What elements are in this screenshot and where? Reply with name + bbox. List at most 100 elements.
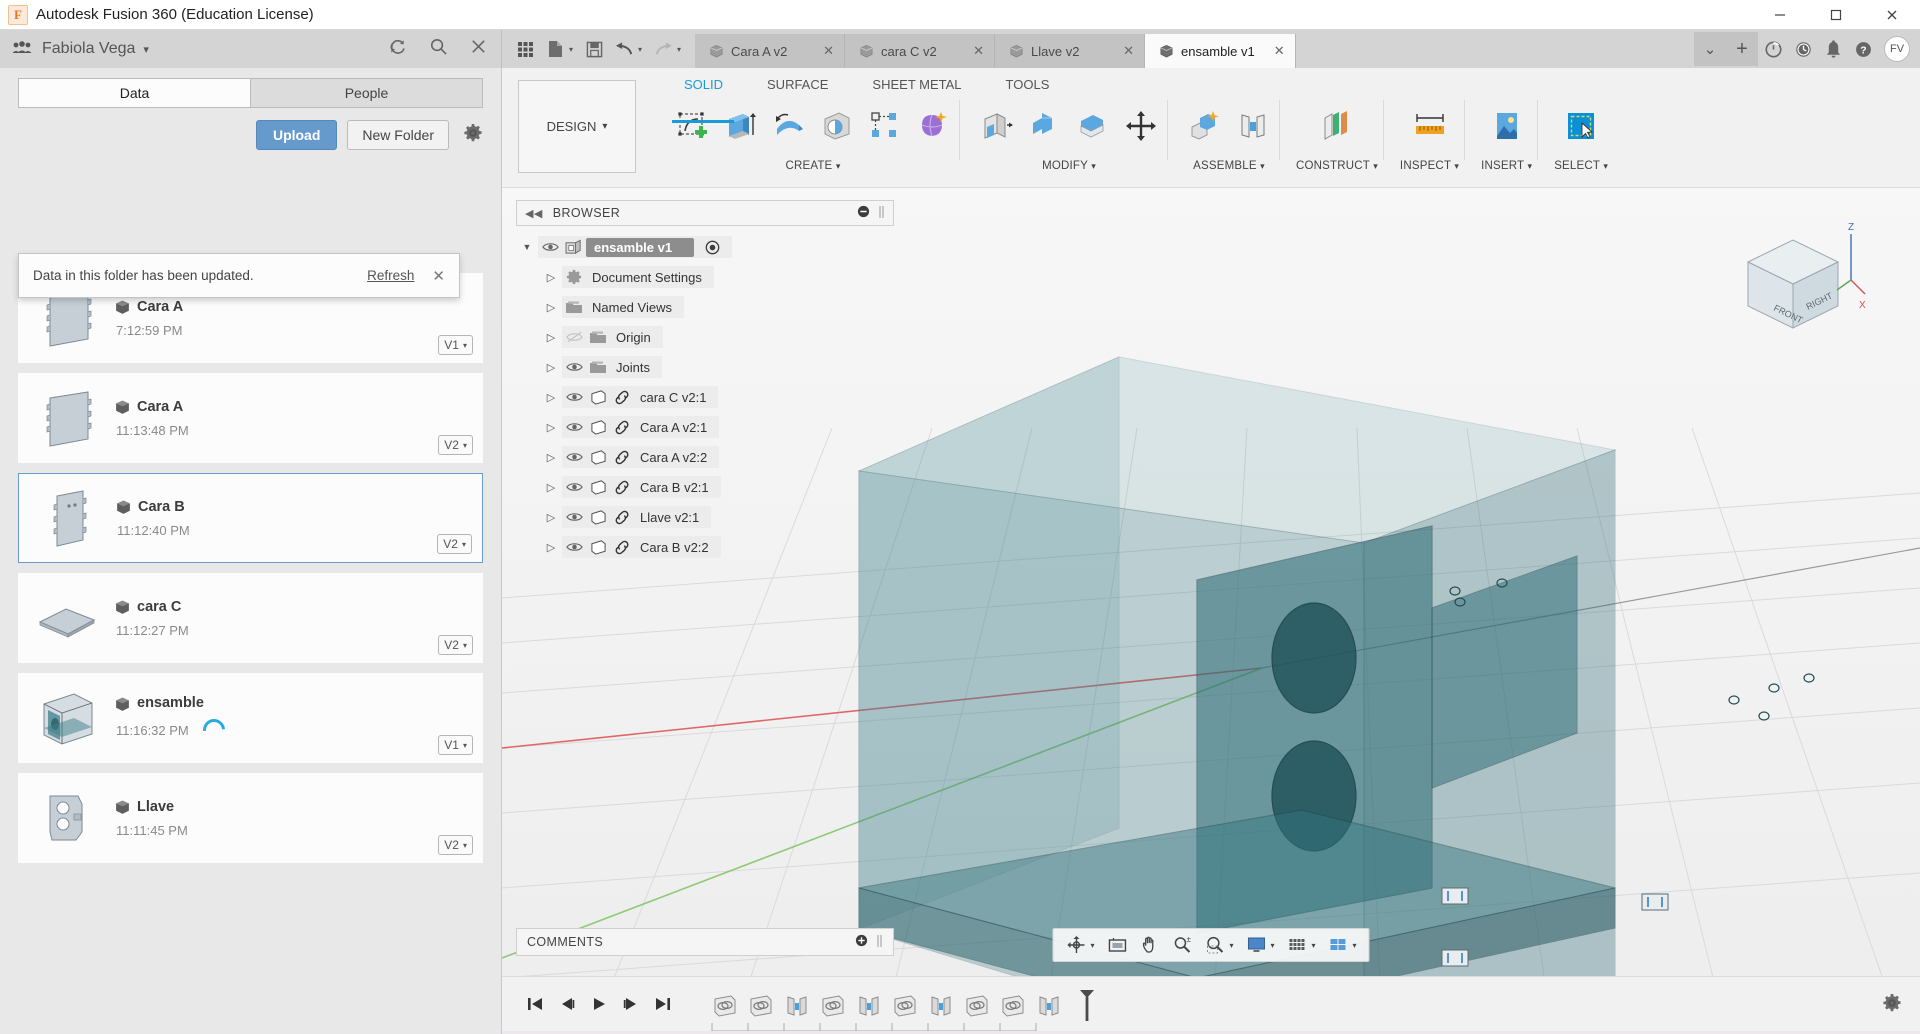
- chevron-down-icon[interactable]: ▾: [1229, 941, 1233, 950]
- version-dropdown[interactable]: V1 ▾: [438, 735, 473, 755]
- look-at-icon[interactable]: [1102, 931, 1132, 959]
- joint-feature-icon[interactable]: [818, 991, 848, 1021]
- expand-arrow-icon[interactable]: ▷: [540, 331, 562, 344]
- chevron-down-icon[interactable]: ▾: [1603, 161, 1608, 171]
- close-icon[interactable]: ✕: [1262, 43, 1285, 59]
- display-settings-icon[interactable]: ▾: [1241, 931, 1278, 959]
- grip-icon[interactable]: [878, 205, 885, 222]
- chevron-down-icon[interactable]: ▾: [1454, 161, 1459, 171]
- step-back-icon[interactable]: [558, 996, 576, 1016]
- browser-panel[interactable]: ◀◀ BROWSER ▼: [516, 200, 894, 562]
- close-button[interactable]: [1864, 0, 1920, 30]
- file-menu-caret-icon[interactable]: ▾: [569, 45, 573, 54]
- tree-node-cara-c-1[interactable]: ▷ cara C v2:1: [516, 382, 894, 412]
- eye-icon[interactable]: [562, 361, 586, 373]
- workspace-switcher-button[interactable]: DESIGN ▾: [518, 80, 636, 173]
- grid-snap-icon[interactable]: ▾: [1283, 931, 1320, 959]
- measure-icon[interactable]: [1409, 104, 1451, 148]
- version-dropdown[interactable]: V2 ▾: [438, 835, 473, 855]
- tab-people[interactable]: People: [250, 78, 483, 108]
- viewports-icon[interactable]: ▾: [1324, 931, 1361, 959]
- redo-icon[interactable]: [650, 36, 676, 62]
- extrude-icon[interactable]: [720, 104, 762, 148]
- panel-close-icon[interactable]: [470, 38, 487, 60]
- insert-image-icon[interactable]: [1486, 104, 1528, 148]
- eye-icon[interactable]: [562, 451, 586, 463]
- browser-tree[interactable]: ▼ ensamble v1: [516, 226, 894, 562]
- undo-icon[interactable]: [611, 36, 637, 62]
- play-icon[interactable]: [590, 996, 608, 1016]
- collapse-left-icon[interactable]: ◀◀: [525, 207, 543, 220]
- user-name[interactable]: Fabiola Vega: [42, 40, 135, 58]
- list-item[interactable]: cara C 11:12:27 PM V2 ▾: [18, 573, 483, 663]
- chevron-down-icon[interactable]: ▾: [1527, 161, 1532, 171]
- expand-arrow-icon[interactable]: ▷: [540, 451, 562, 464]
- redo-caret-icon[interactable]: ▾: [677, 45, 681, 54]
- joint-icon[interactable]: [1232, 104, 1274, 148]
- timeline-marker-icon[interactable]: [1072, 991, 1102, 1021]
- rigid-group-icon[interactable]: [1034, 991, 1064, 1021]
- file-list[interactable]: Cara A 7:12:59 PM V1 ▾: [0, 258, 501, 1034]
- timeline[interactable]: [502, 976, 1920, 1034]
- document-tab-llave[interactable]: Llave v2 ✕: [995, 34, 1145, 68]
- new-tab-button[interactable]: +: [1726, 32, 1758, 66]
- expand-arrow-icon[interactable]: ▷: [540, 391, 562, 404]
- eye-icon[interactable]: [562, 421, 586, 433]
- skip-start-icon[interactable]: [526, 996, 544, 1016]
- offset-plane-icon[interactable]: [1316, 104, 1358, 148]
- clock-icon[interactable]: [1788, 34, 1818, 64]
- shell-icon[interactable]: [1072, 104, 1114, 148]
- save-icon[interactable]: [581, 36, 607, 62]
- chevron-down-icon[interactable]: ▾: [836, 161, 841, 171]
- gear-icon[interactable]: [1882, 993, 1920, 1018]
- step-forward-icon[interactable]: [622, 996, 640, 1016]
- minimize-button[interactable]: [1752, 0, 1808, 30]
- move-copy-icon[interactable]: [1120, 104, 1162, 148]
- avatar[interactable]: FV: [1884, 36, 1910, 62]
- close-icon[interactable]: ✕: [961, 43, 984, 59]
- eye-icon[interactable]: [562, 541, 586, 553]
- timeline-transport[interactable]: [516, 996, 690, 1016]
- tree-node-root[interactable]: ▼ ensamble v1: [516, 232, 894, 262]
- gear-icon[interactable]: [463, 123, 483, 148]
- expand-arrow-icon[interactable]: ▷: [540, 361, 562, 374]
- document-tab-ensamble[interactable]: ensamble v1 ✕: [1145, 34, 1296, 68]
- version-dropdown[interactable]: V2 ▾: [438, 435, 473, 455]
- upload-button[interactable]: Upload: [256, 120, 337, 150]
- select-window-icon[interactable]: [1560, 104, 1602, 148]
- minus-circle-icon[interactable]: [857, 205, 870, 221]
- navigation-bar[interactable]: ▾ ± ▾ ▾: [1052, 928, 1369, 962]
- timeline-features[interactable]: [690, 991, 1102, 1021]
- close-icon[interactable]: ✕: [811, 43, 834, 59]
- document-tab-cara-a[interactable]: Cara A v2 ✕: [695, 34, 845, 68]
- expand-arrow-icon[interactable]: ▷: [540, 481, 562, 494]
- create-sketch-icon[interactable]: [672, 104, 714, 148]
- fillet-icon[interactable]: [1024, 104, 1066, 148]
- orbit-icon[interactable]: ▾: [1061, 931, 1098, 959]
- expand-arrow-icon[interactable]: ▼: [516, 242, 538, 252]
- chevron-down-icon[interactable]: ▾: [1353, 941, 1357, 950]
- tree-node-cara-a-2[interactable]: ▷ Cara A v2:2: [516, 442, 894, 472]
- eye-off-icon[interactable]: [562, 331, 586, 343]
- skip-end-icon[interactable]: [654, 996, 672, 1016]
- job-status-icon[interactable]: [1758, 34, 1788, 64]
- tree-node-origin[interactable]: ▷ Origin: [516, 322, 894, 352]
- chevron-down-icon[interactable]: ▾: [143, 43, 149, 56]
- eye-icon[interactable]: [562, 511, 586, 523]
- version-dropdown[interactable]: V1 ▾: [438, 335, 473, 355]
- refresh-icon[interactable]: [388, 37, 407, 61]
- comments-panel[interactable]: COMMENTS: [516, 928, 894, 956]
- version-dropdown[interactable]: V2 ▾: [437, 534, 472, 554]
- eye-icon[interactable]: [562, 391, 586, 403]
- undo-caret-icon[interactable]: ▾: [638, 45, 642, 54]
- press-pull-icon[interactable]: [976, 104, 1018, 148]
- ribbon-tab-sheet-metal[interactable]: SHEET METAL: [850, 74, 983, 96]
- new-component-icon[interactable]: [1184, 104, 1226, 148]
- chevron-down-icon[interactable]: ▾: [1260, 161, 1265, 171]
- refresh-link[interactable]: Refresh: [367, 268, 414, 283]
- chevron-down-icon[interactable]: ▾: [1312, 941, 1316, 950]
- fit-icon[interactable]: ▾: [1200, 931, 1237, 959]
- revolve-icon[interactable]: [768, 104, 810, 148]
- joint-feature-icon[interactable]: [746, 991, 776, 1021]
- list-item[interactable]: Cara B 11:12:40 PM V2 ▾: [18, 473, 483, 563]
